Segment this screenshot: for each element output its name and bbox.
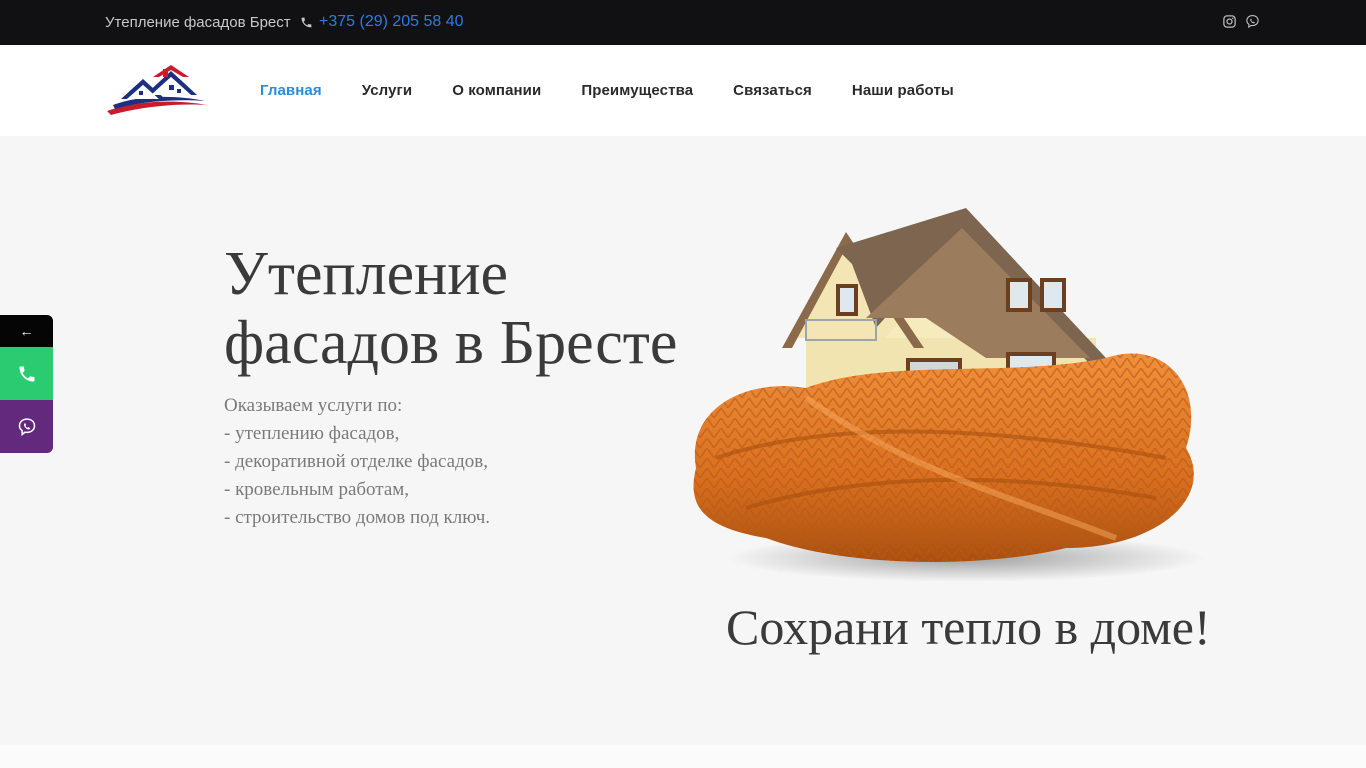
top-bar: Утепление фасадов Брест +375 (29) 205 58…: [0, 0, 1366, 45]
site-name: Утепление фасадов Брест: [105, 14, 291, 31]
phone-icon: [301, 17, 312, 28]
services-intro: Оказываем услуги по:: [224, 395, 403, 416]
hero-title-line2: фасадов в Бресте: [224, 309, 678, 377]
hero-title-line1: Утепление: [224, 240, 509, 308]
viber-icon: [18, 417, 35, 436]
hero-section: Утепление фасадов в Бресте Оказываем усл…: [0, 136, 1366, 745]
phone-link[interactable]: +375 (29) 205 58 40: [319, 13, 464, 31]
list-item: - декоративной отделке фасадов,: [224, 451, 488, 472]
logo[interactable]: [105, 65, 209, 117]
main-nav: Главная Услуги О компании Преимущества С…: [260, 45, 994, 136]
services-list: Оказываем услуги по: - утеплению фасадов…: [224, 392, 644, 532]
list-item: - утеплению фасадов,: [224, 423, 400, 444]
viber-icon[interactable]: [1245, 14, 1260, 29]
list-item: - кровельным работам,: [224, 479, 410, 500]
collapse-panel-button[interactable]: ←: [0, 315, 53, 347]
hero-slogan: Сохрани тепло в доме!: [726, 599, 1211, 655]
call-button[interactable]: [0, 347, 53, 400]
viber-button[interactable]: [0, 400, 53, 453]
nav-item-advantages[interactable]: Преимущества: [581, 82, 693, 99]
phone-icon: [19, 366, 34, 381]
nav-item-contact[interactable]: Связаться: [733, 82, 812, 99]
list-item: - строительство домов под ключ.: [224, 507, 490, 528]
header: Главная Услуги О компании Преимущества С…: [0, 45, 1366, 136]
nav-item-works[interactable]: Наши работы: [852, 82, 954, 99]
hero-title: Утепление фасадов в Бресте: [224, 240, 694, 378]
side-contact-panel: ←: [0, 315, 53, 453]
instagram-icon[interactable]: [1222, 14, 1237, 29]
house-in-scarf-image: [693, 208, 1206, 582]
nav-item-home[interactable]: Главная: [260, 82, 322, 99]
nav-item-about[interactable]: О компании: [452, 82, 541, 99]
nav-item-services[interactable]: Услуги: [362, 82, 412, 99]
